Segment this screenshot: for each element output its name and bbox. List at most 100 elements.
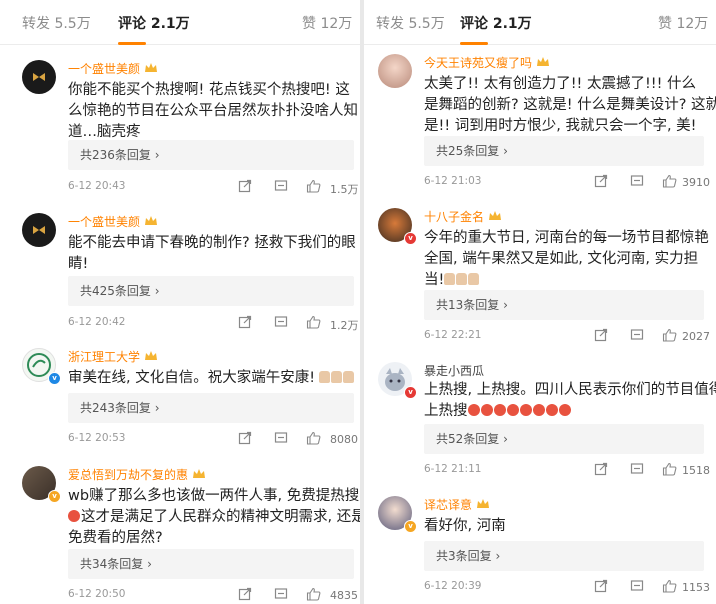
like-icon[interactable] xyxy=(306,179,321,193)
replies-link[interactable]: 共52条回复 › xyxy=(424,424,704,454)
comment-text: wb赚了那么多也该做一两件人事, 免费提热搜 这才是满足了人民群众的精神文明需求… xyxy=(68,486,360,549)
comments-panel-right: 转发 5.5万 评论 2.1万 赞 12万 今天王诗苑又瘦了吗 太美了!! 太有… xyxy=(364,0,716,604)
verified-badge-icon: v xyxy=(404,386,417,399)
tab-likes[interactable]: 赞 12万 xyxy=(658,13,708,33)
share-icon[interactable] xyxy=(238,431,252,445)
comment-line: 全国, 端午果然又是如此, 文化河南, 实力担 xyxy=(424,251,699,267)
comment-meta: 6-12 20:43 1.5万 xyxy=(68,179,359,196)
verified-badge-icon: v xyxy=(404,520,417,533)
crown-icon xyxy=(537,57,550,66)
replies-link[interactable]: 共3条回复 › xyxy=(424,541,704,571)
share-icon[interactable] xyxy=(238,179,252,193)
crown-icon xyxy=(193,469,206,478)
replies-count: 共243条回复 xyxy=(80,401,151,415)
like-count: 1153 xyxy=(682,581,710,594)
chevron-right-icon: › xyxy=(503,144,508,158)
like-icon[interactable] xyxy=(662,579,677,593)
username-text[interactable]: 十八子金名 xyxy=(424,210,484,224)
like-icon[interactable] xyxy=(662,174,677,188)
like-icon[interactable] xyxy=(662,462,677,476)
comment-line-text: 这才是满足了人民群众的精神文明需求, 还是 xyxy=(81,509,360,525)
comment-icon[interactable] xyxy=(630,579,644,593)
username-text[interactable]: 爱总悟到万劫不复的惠 xyxy=(68,468,188,482)
like-count: 1.5万 xyxy=(330,183,359,196)
comment-line: wb赚了那么多也该做一两件人事, 免费提热搜 xyxy=(68,488,360,504)
comment-line: 上热搜 xyxy=(424,401,716,422)
replies-link[interactable]: 共236条回复 › xyxy=(68,140,354,170)
tab-likes[interactable]: 赞 12万 xyxy=(302,13,352,33)
username-text[interactable]: 暴走小西瓜 xyxy=(424,364,484,378)
share-icon[interactable] xyxy=(594,579,608,593)
timestamp: 6-12 20:50 xyxy=(68,588,126,600)
comment-line: 免费看的居然? xyxy=(68,530,163,546)
username-text[interactable]: 一个盛世美颜 xyxy=(68,215,140,229)
share-icon[interactable] xyxy=(238,587,252,601)
comment-text: 太美了!! 太有创造力了!! 太震撼了!!! 什么 是舞蹈的创新? 这就是! 什… xyxy=(424,74,716,137)
comment-meta: 6-12 20:53 8080 xyxy=(68,431,358,448)
chevron-right-icon: › xyxy=(147,557,152,571)
share-icon[interactable] xyxy=(238,315,252,329)
comment-line-text: 当! xyxy=(424,272,445,288)
replies-count: 共34条回复 xyxy=(80,557,144,571)
share-icon[interactable] xyxy=(594,174,608,188)
username[interactable]: 浙江理工大学 xyxy=(68,348,158,365)
tab-repost[interactable]: 转发 5.5万 xyxy=(22,13,91,33)
comment-icon[interactable] xyxy=(274,587,288,601)
crown-icon xyxy=(145,63,158,72)
share-icon[interactable] xyxy=(594,328,608,342)
like-icon[interactable] xyxy=(306,431,321,445)
comments-panel-left: 转发 5.5万 评论 2.1万 赞 12万 一个盛世美颜 你能不能买个热搜啊! … xyxy=(0,0,360,604)
share-icon[interactable] xyxy=(594,462,608,476)
like-icon[interactable] xyxy=(306,587,321,601)
username-text[interactable]: 今天王诗苑又瘦了吗 xyxy=(424,56,532,70)
verified-badge-icon: v xyxy=(404,232,417,245)
comment-line: 么惊艳的节目在公众平台居然灰扑扑没啥人知 xyxy=(68,103,358,119)
comment-icon[interactable] xyxy=(274,431,288,445)
comment-icon[interactable] xyxy=(274,179,288,193)
avatar[interactable] xyxy=(378,54,412,88)
replies-link[interactable]: 共425条回复 › xyxy=(68,276,354,306)
crown-icon xyxy=(145,216,158,225)
replies-link[interactable]: 共25条回复 › xyxy=(424,136,704,166)
comment-meta: 6-12 21:03 3910 xyxy=(424,174,710,191)
username[interactable]: 爱总悟到万劫不复的惠 xyxy=(68,466,206,483)
timestamp: 6-12 20:53 xyxy=(68,432,126,444)
tab-comments[interactable]: 评论 2.1万 xyxy=(460,13,532,33)
chevron-right-icon: › xyxy=(503,432,508,446)
comment-icon[interactable] xyxy=(630,328,644,342)
replies-link[interactable]: 共13条回复 › xyxy=(424,290,704,320)
like-icon[interactable] xyxy=(306,315,321,329)
chevron-right-icon: › xyxy=(495,549,501,563)
avatar[interactable] xyxy=(22,60,56,94)
like-count: 4835 xyxy=(330,589,358,602)
username[interactable]: 十八子金名 xyxy=(424,208,502,225)
comment-line-text: 上热搜 xyxy=(424,403,468,419)
thumbs-up-emoji xyxy=(444,272,480,288)
username-text[interactable]: 译芯译意 xyxy=(424,498,472,512)
username[interactable]: 一个盛世美颜 xyxy=(68,213,158,230)
comment-icon[interactable] xyxy=(274,315,288,329)
replies-link[interactable]: 共34条回复 › xyxy=(68,549,354,579)
timestamp: 6-12 21:03 xyxy=(424,175,482,187)
comment-line: 能不能去申请下春晚的制作? 拯救下我们的眼 xyxy=(68,235,356,251)
like-icon[interactable] xyxy=(662,328,677,342)
comment-icon[interactable] xyxy=(630,462,644,476)
tab-repost[interactable]: 转发 5.5万 xyxy=(376,13,445,33)
comment-icon[interactable] xyxy=(630,174,644,188)
replies-link[interactable]: 共243条回复 › xyxy=(68,393,354,423)
username[interactable]: 一个盛世美颜 xyxy=(68,60,158,77)
avatar[interactable] xyxy=(22,213,56,247)
chevron-right-icon: › xyxy=(503,298,508,312)
username[interactable]: 今天王诗苑又瘦了吗 xyxy=(424,54,550,71)
username-text[interactable]: 一个盛世美颜 xyxy=(68,62,140,76)
comment-meta: 6-12 20:50 4835 xyxy=(68,587,358,604)
username[interactable]: 暴走小西瓜 xyxy=(424,362,484,379)
username[interactable]: 译芯译意 xyxy=(424,496,490,513)
fire-emoji-row xyxy=(467,403,572,419)
tab-comments[interactable]: 评论 2.1万 xyxy=(118,13,190,33)
timestamp: 6-12 20:43 xyxy=(68,180,126,192)
replies-count: 共425条回复 xyxy=(80,284,151,298)
username-text[interactable]: 浙江理工大学 xyxy=(68,350,140,364)
comment-line: 当! xyxy=(424,270,709,291)
emoji xyxy=(68,510,80,522)
